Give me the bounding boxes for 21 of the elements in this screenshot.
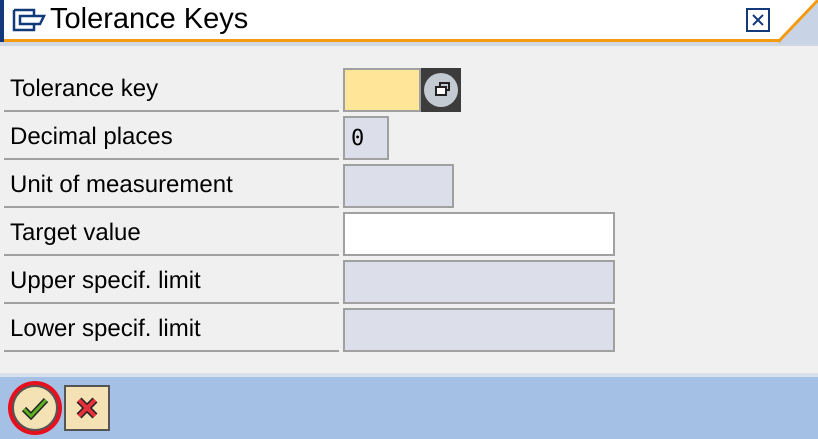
input-field[interactable]: [343, 212, 615, 256]
checkmark-icon: [21, 396, 49, 420]
window-title: Tolerance Keys: [50, 2, 248, 37]
field-label: Unit of measurement: [4, 164, 339, 208]
window-icon: [423, 72, 459, 108]
close-button[interactable]: [746, 8, 770, 32]
value-help-button[interactable]: [421, 68, 461, 112]
input-field[interactable]: [343, 164, 454, 208]
cross-icon: [75, 396, 99, 420]
field-label: Decimal places: [4, 116, 339, 160]
field-label: Lower specif. limit: [4, 308, 339, 352]
field-label: Upper specif. limit: [4, 260, 339, 304]
input-field[interactable]: 0: [343, 116, 389, 160]
close-icon: [752, 14, 764, 26]
input-field[interactable]: [343, 308, 615, 352]
input-field[interactable]: [343, 260, 615, 304]
dialog-icon: [12, 8, 46, 32]
cancel-button[interactable]: [64, 385, 110, 431]
field-label: Tolerance key: [4, 68, 339, 112]
field-label: Target value: [4, 212, 339, 256]
input-field[interactable]: [343, 68, 421, 112]
